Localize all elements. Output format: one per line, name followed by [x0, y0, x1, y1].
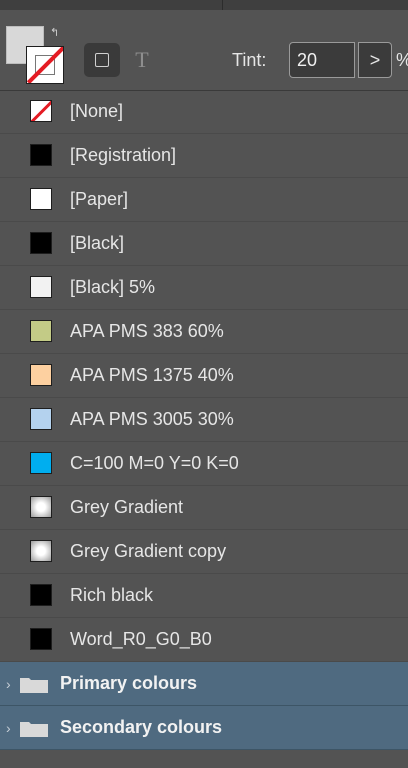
swatch-label: [Registration] [70, 145, 177, 165]
tint-percent-sign: % [396, 50, 408, 71]
swatch-label: APA PMS 3005 30% [70, 409, 234, 429]
group-label: Primary colours [60, 673, 198, 693]
swatch-row-black-5[interactable]: [Black] 5% [0, 266, 408, 310]
swatch-group-primary-colours[interactable]: › Primary colours [0, 662, 408, 706]
swatch-label: [Black] 5% [70, 277, 156, 297]
swatch-label: Word_R0_G0_B0 [70, 629, 212, 649]
swatch-row-black[interactable]: [Black] [0, 222, 408, 266]
none-slash-icon [27, 47, 63, 83]
strip-divider [222, 0, 223, 10]
swatch-row-pms-3005[interactable]: APA PMS 3005 30% [0, 398, 408, 442]
chevron-right-icon[interactable]: › [6, 676, 11, 692]
swatch-chip [30, 144, 52, 166]
swatch-row-pms-383[interactable]: APA PMS 383 60% [0, 310, 408, 354]
container-icon [95, 53, 109, 67]
swatch-label: APA PMS 383 60% [70, 321, 224, 341]
swatch-row-registration[interactable]: [Registration] [0, 134, 408, 178]
swatch-row-rich-black[interactable]: Rich black [0, 574, 408, 618]
swatch-group-secondary-colours[interactable]: › Secondary colours [0, 706, 408, 750]
tint-label: Tint: [232, 50, 267, 70]
panel-top-strip [0, 0, 408, 10]
swatch-row-pms-1375[interactable]: APA PMS 1375 40% [0, 354, 408, 398]
swatch-label: APA PMS 1375 40% [70, 365, 234, 385]
swatch-list: [None] [Registration] [Paper] [Black] [B… [0, 90, 408, 750]
swap-fill-stroke-icon[interactable]: ↰ [50, 27, 62, 39]
tint-stepper-arrow[interactable]: > [358, 42, 392, 78]
swatch-row-grey-gradient[interactable]: Grey Gradient [0, 486, 408, 530]
swatch-label: Grey Gradient [70, 497, 184, 517]
swatch-chip [30, 320, 52, 342]
swatch-row-grey-gradient-copy[interactable]: Grey Gradient copy [0, 530, 408, 574]
swatch-chip [30, 364, 52, 386]
swatch-label: Grey Gradient copy [70, 541, 227, 561]
swatch-chip [30, 188, 52, 210]
swatch-chip [30, 408, 52, 430]
none-slash-icon [31, 101, 51, 121]
swatch-row-cyan[interactable]: C=100 M=0 Y=0 K=0 [0, 442, 408, 486]
stroke-swatch[interactable] [26, 46, 64, 84]
swatch-label: [Black] [70, 233, 125, 253]
swatch-label: [None] [70, 101, 124, 121]
chevron-right-icon[interactable]: › [6, 720, 11, 736]
swatch-label: C=100 M=0 Y=0 K=0 [70, 453, 239, 473]
swatch-chip [30, 452, 52, 474]
folder-icon [20, 722, 48, 737]
swatch-row-word-black[interactable]: Word_R0_G0_B0 [0, 618, 408, 662]
swatch-label: [Paper] [70, 189, 129, 209]
swatch-chip-none [30, 100, 52, 122]
swatch-chip [30, 628, 52, 650]
swatch-chip [30, 584, 52, 606]
swatch-chip-gradient [30, 496, 52, 518]
swatch-chip [30, 276, 52, 298]
folder-icon [20, 678, 48, 693]
swatch-chip [30, 232, 52, 254]
formatting-affects-container-button[interactable] [84, 43, 120, 77]
swatch-row-none[interactable]: [None] [0, 90, 408, 134]
swatch-chip-gradient [30, 540, 52, 562]
group-label: Secondary colours [60, 717, 223, 737]
swatch-label: Rich black [70, 585, 154, 605]
tint-input[interactable]: 20 [289, 42, 355, 78]
formatting-affects-text-button[interactable]: T [130, 44, 154, 76]
swatches-toolbar: ↰ T Tint: 20 > % [0, 10, 408, 91]
swatch-row-paper[interactable]: [Paper] [0, 178, 408, 222]
